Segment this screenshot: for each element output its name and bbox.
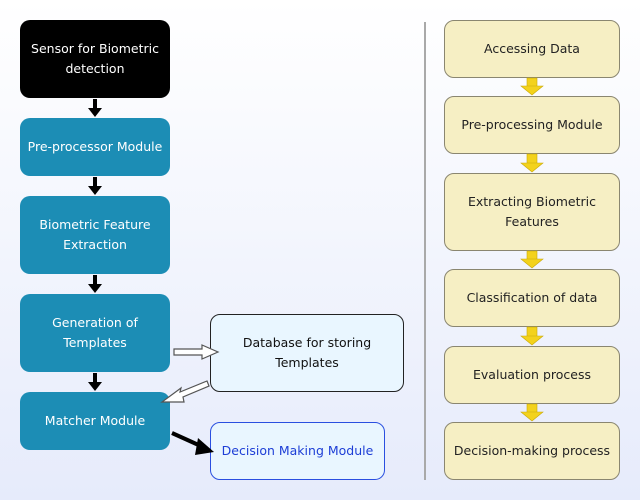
yellow-arrow-down-icon [520,403,544,422]
arrow-down-icon [88,99,102,117]
arrow-diagonal-icon [171,431,214,455]
yellow-arrow-down-icon [520,77,544,96]
arrow-down-icon [88,275,102,293]
arrow-down-icon [88,177,102,195]
hollow-arrow-right-icon [173,344,220,360]
yellow-arrow-down-icon [520,153,544,173]
arrows-layer [88,77,544,455]
yellow-arrow-down-icon [520,326,544,346]
yellow-arrow-down-icon [520,250,544,269]
arrow-down-icon [88,373,102,391]
hollow-arrow-diagonal-icon [160,380,210,403]
